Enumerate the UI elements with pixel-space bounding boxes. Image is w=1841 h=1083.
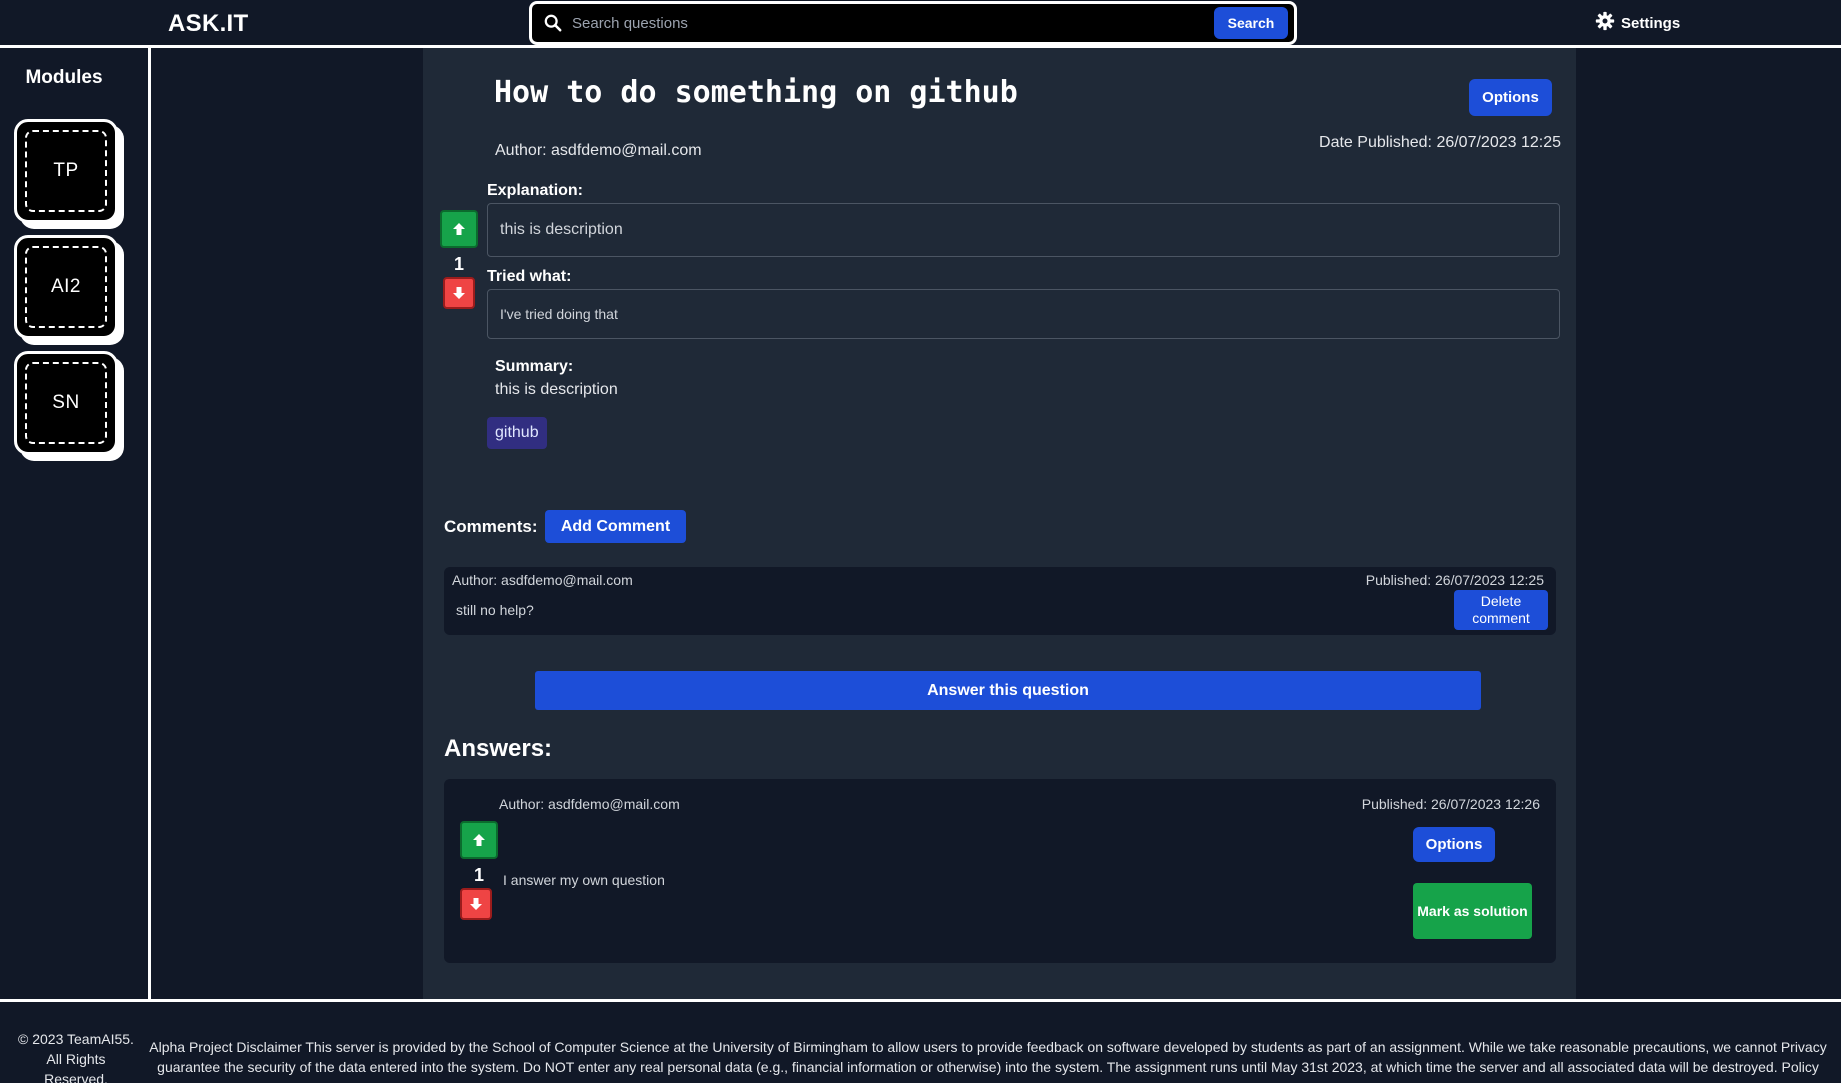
question-title: How to do something on github (494, 75, 1018, 110)
module-label: TP (25, 130, 107, 212)
question-author: Author: asdfdemo@mail.com (495, 142, 702, 159)
explanation-label: Explanation: (487, 182, 584, 199)
module-label: SN (25, 362, 107, 444)
modules-sidebar: Modules TP AI2 SN (0, 48, 151, 999)
settings-link[interactable]: Settings (1595, 11, 1681, 35)
module-ai2[interactable]: AI2 (14, 235, 118, 339)
answer-text: I answer my own question (503, 872, 665, 888)
search-icon (544, 14, 562, 32)
settings-label: Settings (1621, 14, 1681, 32)
footer: © 2023 TeamAI55. All Rights Reserved. Al… (0, 999, 1841, 1083)
answer-published: Published: 26/07/2023 12:26 (1361, 796, 1540, 812)
gear-icon (1595, 11, 1615, 35)
explanation-field: this is description (487, 203, 1560, 257)
question-vote-count: 1 (453, 254, 464, 274)
comment-text: still no help? (456, 602, 534, 618)
answer-upvote-button[interactable] (460, 821, 498, 859)
module-sn[interactable]: SN (14, 351, 118, 455)
tried-field: I've tried doing that (487, 289, 1560, 339)
answer-vote-count: 1 (473, 865, 484, 885)
answer-downvote-button[interactable] (460, 888, 492, 920)
arrow-up-icon (453, 223, 465, 235)
comment-card: Author: asdfdemo@mail.com Published: 26/… (444, 567, 1556, 635)
arrow-up-icon (473, 834, 485, 846)
question-options-button[interactable]: Options (1469, 79, 1552, 116)
mark-as-solution-button[interactable]: Mark as solution (1413, 883, 1532, 939)
tag-github[interactable]: github (487, 417, 547, 449)
search-button[interactable]: Search (1214, 7, 1288, 39)
module-tp[interactable]: TP (14, 119, 118, 223)
question-downvote-button[interactable] (443, 277, 475, 309)
disclaimer: Alpha Project Disclaimer This server is … (149, 1039, 1827, 1075)
top-bar: ASK.IT Search questions Search Settings (0, 0, 1841, 48)
module-label: AI2 (25, 246, 107, 328)
arrow-down-icon (470, 898, 482, 910)
answer-question-button[interactable]: Answer this question (535, 671, 1481, 710)
search-bar: Search (529, 1, 1297, 45)
question-date: Date Published: 26/07/2023 12:25 (1319, 134, 1561, 151)
answer-card: Author: asdfdemo@mail.com Published: 26/… (444, 779, 1556, 963)
summary-label: Summary: (495, 358, 574, 375)
brand-logo[interactable]: ASK.IT (168, 10, 248, 38)
copyright: © 2023 TeamAI55. All Rights Reserved. (18, 1031, 134, 1083)
summary-text: this is description (495, 381, 618, 398)
search-input[interactable] (572, 10, 1242, 36)
answer-options-button[interactable]: Options (1413, 827, 1495, 862)
comments-label: Comments: (444, 517, 538, 536)
arrow-down-icon (453, 287, 465, 299)
question-upvote-button[interactable] (440, 210, 478, 248)
add-comment-button[interactable]: Add Comment (545, 510, 686, 543)
comment-published: Published: 26/07/2023 12:25 (1365, 572, 1544, 588)
tried-label: Tried what: (487, 268, 572, 285)
answers-heading: Answers: (444, 735, 553, 762)
comment-author: Author: asdfdemo@mail.com (452, 572, 633, 588)
sidebar-title: Modules (25, 67, 103, 88)
answer-author: Author: asdfdemo@mail.com (499, 796, 680, 812)
delete-comment-button[interactable]: Delete comment (1454, 590, 1548, 630)
